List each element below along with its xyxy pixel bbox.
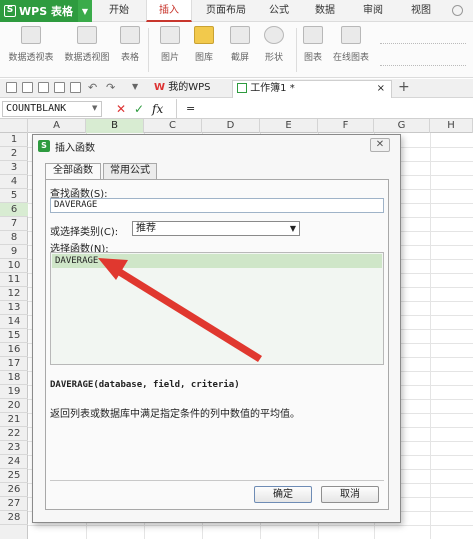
arrow-shaft — [116, 268, 262, 362]
annotation-arrow — [98, 258, 262, 362]
